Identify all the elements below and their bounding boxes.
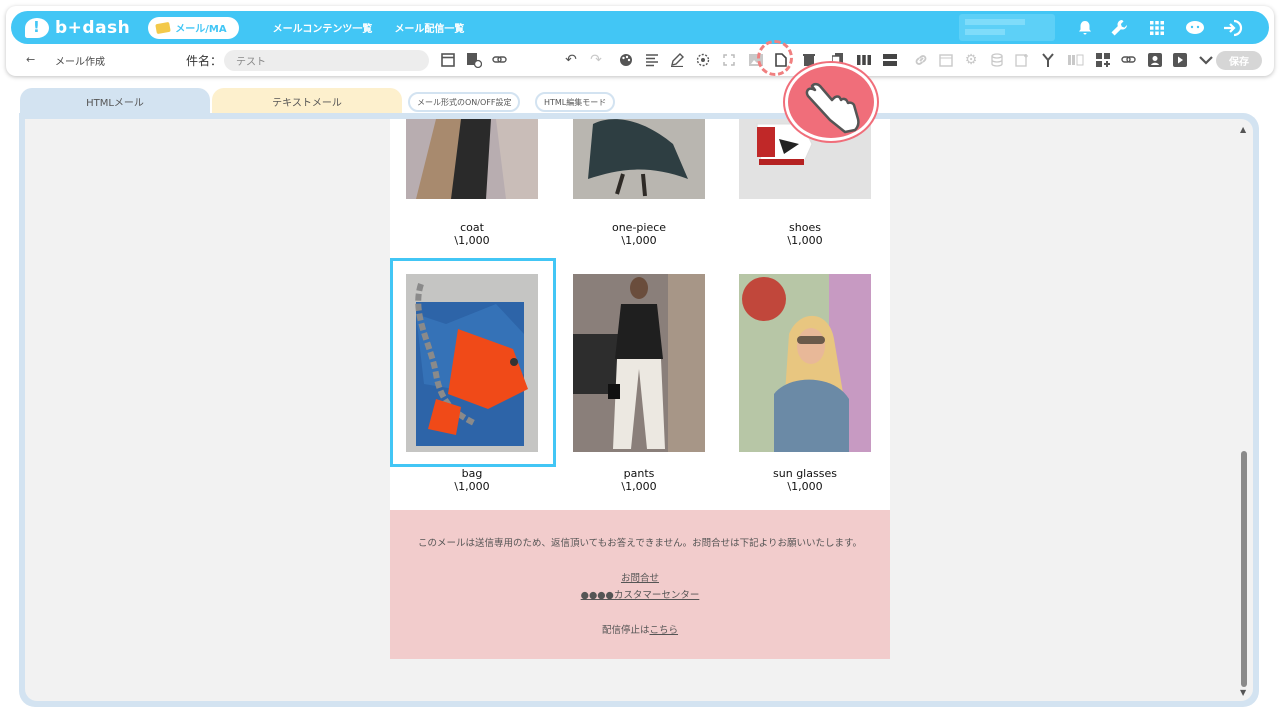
mail-preview: coat \1,000 one-piece \1,000 shoes \1,00… [390,119,890,659]
product-card-bag[interactable]: bag \1,000 [406,274,538,493]
save-button[interactable]: 保存 [1216,51,1262,70]
fullscreen-icon[interactable] [719,50,739,70]
branch-icon[interactable] [1038,50,1058,70]
product-name: shoes [789,221,821,234]
logout-icon[interactable] [1219,11,1247,44]
ab-test-icon[interactable] [1066,50,1086,70]
product-name: sun glasses [773,467,837,480]
product-name: one-piece [611,221,667,234]
account-info[interactable] [959,14,1055,41]
product-name: coat [460,221,484,234]
vertical-scrollbar[interactable]: ▲ ▼ [1239,123,1249,697]
contact-link[interactable]: お問合せ [390,570,890,584]
app-root: b+dash メール/MA メールコンテンツ一覧 メール配信一覧 [0,0,1280,720]
bell-icon[interactable] [1071,11,1099,44]
subject-label: 件名： [186,54,223,68]
unsubscribe-link[interactable]: こちら [650,625,679,636]
mode-pill-label: メール/MA [175,24,227,35]
product-price: \1,000 [454,234,490,247]
nav-mail-delivery-list[interactable]: メール配信一覧 [394,20,464,35]
editor-panel: coat \1,000 one-piece \1,000 shoes \1,00… [19,113,1259,707]
calendar-icon[interactable] [936,50,956,70]
product-card-one-piece[interactable]: one-piece \1,000 [573,119,705,247]
product-price: \1,000 [454,480,490,493]
tap-hand-icon [785,63,877,141]
grid-menu-icon[interactable] [1143,11,1171,44]
page-title: メール作成 [55,57,105,68]
product-price: \1,000 [787,234,823,247]
product-price: \1,000 [621,234,657,247]
palette-icon[interactable] [616,50,636,70]
scroll-down-icon[interactable]: ▼ [1240,688,1246,697]
top-nav-bar: b+dash メール/MA メールコンテンツ一覧 メール配信一覧 [11,11,1269,44]
bag-image [406,274,538,452]
one-piece-image [573,119,705,199]
coat-image [406,119,538,199]
customer-center-link[interactable]: ●●●●カスタマーセンター [390,587,890,601]
unsubscribe-prefix: 配信停止は [601,625,650,636]
link-settings-icon[interactable] [490,50,510,70]
add-document-icon[interactable] [1012,50,1032,70]
database-icon[interactable] [987,50,1007,70]
product-card-pants[interactable]: pants \1,000 [573,274,705,493]
product-name: bag [461,467,483,480]
mode-switch-pill[interactable]: メール/MA [148,16,239,39]
product-card-shoes[interactable]: shoes \1,000 [739,119,871,247]
schedule-doc-icon[interactable] [464,50,484,70]
tab-text-mail[interactable]: テキストメール [212,88,402,114]
highlight-ring [757,40,793,76]
rows-icon[interactable] [880,50,900,70]
add-block-icon[interactable] [1093,50,1113,70]
html-edit-mode-button[interactable]: HTML編集モード [535,92,616,112]
app-logo[interactable]: b+dash [25,17,131,38]
support-chat-icon[interactable] [1181,11,1209,44]
text-align-icon[interactable] [642,50,662,70]
pants-image [573,274,705,452]
chevron-down-icon[interactable] [1196,50,1216,70]
product-price: \1,000 [787,480,823,493]
video-play-icon[interactable] [1170,50,1190,70]
contact-card-icon[interactable] [1145,50,1165,70]
format-toggle-button[interactable]: メール形式のON/OFF設定 [408,92,521,112]
footer-notice: このメールは送信専用のため、返信頂いてもお答えできません。お問合せは下記よりお願… [417,538,863,549]
pen-edit-icon[interactable] [667,50,687,70]
back-arrow-icon[interactable]: ← [26,53,35,66]
mail-footer: このメールは送信専用のため、返信頂いてもお答えできません。お問合せは下記よりお願… [390,510,890,659]
subject-input[interactable] [224,50,429,71]
target-icon[interactable] [693,50,713,70]
columns-icon[interactable] [854,50,874,70]
product-card-coat[interactable]: coat \1,000 [406,119,538,247]
wrench-icon[interactable] [1105,11,1133,44]
unsubscribe-line: 配信停止はこちら [390,622,890,636]
product-name: pants [623,467,655,480]
editor-canvas[interactable]: coat \1,000 one-piece \1,000 shoes \1,00… [25,119,1253,701]
logo-icon [25,17,49,38]
gears-icon[interactable]: ⚙ [961,50,981,70]
scrollbar-thumb[interactable] [1241,451,1247,687]
mail-icon [155,21,172,34]
tab-html-mail[interactable]: HTMLメール [20,88,210,114]
undo-icon[interactable]: ↶ [561,50,581,70]
scroll-up-icon[interactable]: ▲ [1240,125,1246,134]
product-card-sun-glasses[interactable]: sun glasses \1,000 [739,274,871,493]
link-icon[interactable] [911,50,931,70]
link-chain-icon[interactable] [1119,50,1139,70]
editor-toolbar: ← メール作成 件名： ↶ ↷ ⚙ [6,44,1274,76]
product-price: \1,000 [621,480,657,493]
nav-mail-content-list[interactable]: メールコンテンツ一覧 [273,20,373,35]
redo-icon[interactable]: ↷ [586,50,606,70]
preview-window-icon[interactable] [438,50,458,70]
logo-text: b+dash [55,17,131,38]
app-header: b+dash メール/MA メールコンテンツ一覧 メール配信一覧 [6,6,1274,76]
sun-glasses-image [739,274,871,452]
